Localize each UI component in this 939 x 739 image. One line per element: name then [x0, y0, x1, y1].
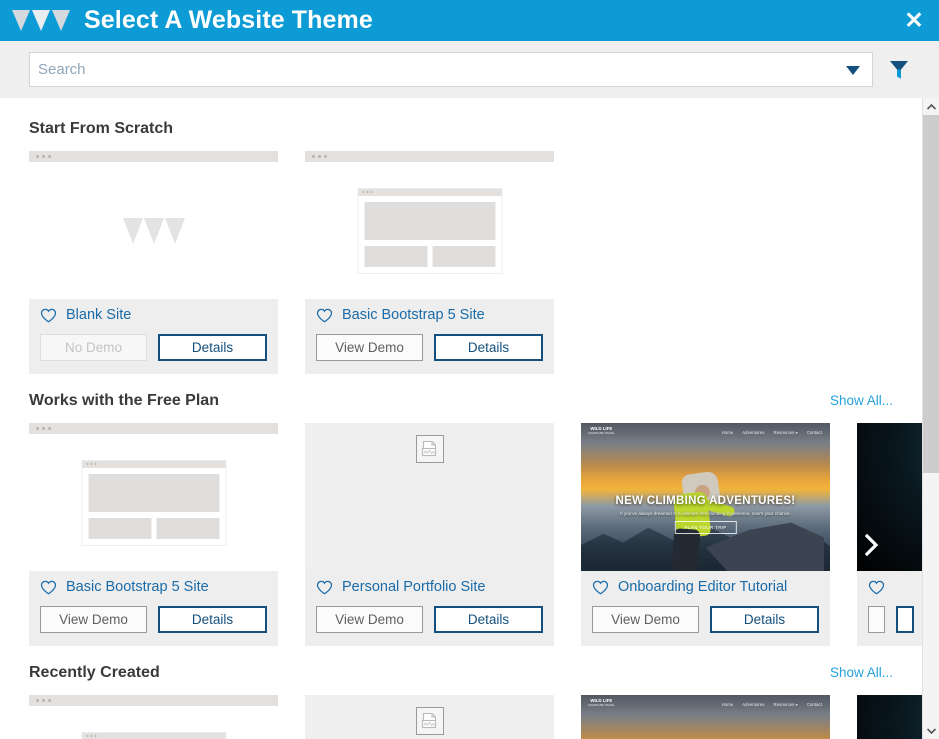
close-icon[interactable]: ✕ — [900, 6, 928, 34]
page-title: Select A Website Theme — [84, 5, 373, 34]
theme-card[interactable] — [29, 695, 278, 739]
theme-section: Start From Scratch Blank Site No Demo Detai… — [0, 120, 922, 374]
theme-gallery-scroll-region[interactable]: Start From Scratch Blank Site No Demo Detai… — [0, 98, 922, 739]
theme-card-meta: Basic Bootstrap 5 Site View Demo Details — [29, 571, 278, 646]
details-button[interactable]: Details — [158, 334, 267, 361]
heart-icon[interactable] — [40, 308, 57, 323]
scrollbar-thumb[interactable] — [923, 115, 939, 473]
climber-illustration — [665, 467, 737, 571]
chevron-logo-icon — [122, 217, 185, 244]
theme-card-title: Basic Bootstrap 5 Site — [342, 307, 485, 324]
thumbnail-brand: WILD LIFE ADVENTURE TRAVEL — [588, 698, 615, 707]
search-toolbar — [0, 41, 939, 98]
details-button[interactable]: Details — [710, 606, 819, 633]
thumbnail-subline: If you've always dreamed of a ultimate f… — [620, 511, 791, 516]
view-demo-button[interactable]: View Demo — [316, 606, 423, 633]
chevron-down-icon[interactable] — [846, 66, 860, 75]
theme-card[interactable]: WILD LIFEADVENTURE TRAVEL — [857, 695, 922, 739]
view-demo-button[interactable]: View Demo — [316, 334, 423, 361]
section-header: Start From Scratch — [0, 120, 922, 138]
section-title: Recently Created — [29, 664, 160, 681]
theme-thumbnail-dark[interactable]: WILD LIFEADVENTURE TRAVEL — [857, 695, 922, 739]
thumbnail-nav-item: Home — [721, 702, 734, 707]
search-field-wrapper[interactable] — [29, 52, 873, 87]
broken-image-icon — [415, 707, 444, 735]
theme-thumbnail-photo[interactable]: Home Adventures Resources ▾ Contact WILD LIF… — [581, 695, 830, 739]
thumbnail-nav-item: Resources ▾ — [773, 702, 798, 707]
heart-icon[interactable] — [40, 580, 57, 595]
theme-card-row: Blank Site No Demo Details Basic Bootstrap … — [0, 151, 922, 374]
theme-thumbnail-bootstrap[interactable] — [29, 423, 278, 571]
theme-card-meta: Basic Bootstrap 5 Site View Demo Details — [305, 299, 554, 374]
heart-icon[interactable] — [316, 580, 333, 595]
section-title: Start From Scratch — [29, 120, 174, 137]
details-button[interactable] — [895, 606, 914, 633]
theme-card-title: Blank Site — [66, 307, 132, 324]
thumbnail-nav: Home Adventures Resources ▾ Contact — [581, 695, 830, 714]
theme-card-meta — [857, 571, 922, 646]
show-all-link[interactable]: Show All... — [830, 665, 893, 680]
theme-card-meta: Blank Site No Demo Details — [29, 299, 278, 374]
theme-card[interactable] — [305, 695, 554, 739]
theme-card[interactable]: Basic Bootstrap 5 Site View Demo Details — [29, 423, 278, 646]
details-button[interactable]: Details — [434, 606, 543, 633]
theme-card[interactable]: Basic Bootstrap 5 Site View Demo Details — [305, 151, 554, 374]
theme-card-meta: Onboarding Editor Tutorial View Demo Detai… — [581, 571, 830, 646]
theme-thumbnail-bootstrap[interactable] — [29, 695, 278, 739]
view-demo-button[interactable] — [868, 606, 885, 633]
section-header: Works with the Free Plan Show All... — [0, 392, 922, 410]
theme-card-title: Basic Bootstrap 5 Site — [66, 579, 209, 596]
section-header: Recently Created Show All... — [0, 664, 922, 682]
mini-browser-mockup — [81, 459, 226, 546]
section-title: Works with the Free Plan — [29, 392, 219, 409]
theme-card[interactable]: Personal Portfolio Site View Demo Details — [305, 423, 554, 646]
view-demo-button[interactable]: View Demo — [592, 606, 699, 633]
chevron-logo-icon — [12, 10, 70, 31]
theme-thumbnail-blank[interactable] — [29, 151, 278, 299]
theme-card-title: Onboarding Editor Tutorial — [618, 579, 788, 596]
theme-card[interactable]: Blank Site No Demo Details — [29, 151, 278, 374]
thumbnail-nav-item: Contact — [806, 430, 822, 435]
mini-browser-mockup — [81, 731, 226, 739]
thumbnail-nav-item: Adventures — [742, 430, 765, 435]
view-demo-button: No Demo — [40, 334, 147, 361]
mini-browser-mockup — [357, 187, 502, 274]
theme-section: Works with the Free Plan Show All... Basic… — [0, 392, 922, 646]
thumbnail-cta-button: PLAN YOUR TRIP — [674, 521, 737, 534]
chevron-down-icon[interactable] — [923, 722, 939, 739]
window-titlebar: Select A Website Theme ✕ — [0, 0, 939, 41]
theme-card-meta: Personal Portfolio Site View Demo Details — [305, 571, 554, 646]
theme-thumbnail-photo[interactable]: Home Adventures Resources ▾ Contact WILD LIF… — [581, 423, 830, 571]
thumbnail-nav-item: Home — [721, 430, 734, 435]
theme-card-row: Basic Bootstrap 5 Site View Demo Details Pe… — [0, 423, 922, 646]
thumbnail-nav-item: Resources ▾ — [773, 430, 798, 435]
heart-icon[interactable] — [316, 308, 333, 323]
thumbnail-nav: Home Adventures Resources ▾ Contact — [581, 423, 830, 442]
thumbnail-nav-item: Adventures — [742, 702, 765, 707]
view-demo-button[interactable]: View Demo — [40, 606, 147, 633]
details-button[interactable]: Details — [434, 334, 543, 361]
funnel-filter-icon[interactable] — [889, 59, 909, 80]
thumbnail-headline: NEW CLIMBING ADVENTURES! — [615, 495, 796, 507]
theme-thumbnail-missing[interactable] — [305, 695, 554, 739]
details-button[interactable]: Details — [158, 606, 267, 633]
broken-image-icon — [415, 435, 444, 463]
chevron-up-icon[interactable] — [923, 98, 939, 115]
search-input[interactable] — [38, 54, 838, 85]
theme-thumbnail-bootstrap[interactable] — [305, 151, 554, 299]
theme-card-row: Home Adventures Resources ▾ Contact WILD LIF… — [0, 695, 922, 739]
vertical-scrollbar[interactable] — [922, 98, 939, 739]
theme-card[interactable]: Home Adventures Resources ▾ Contact WILD LIF… — [581, 423, 830, 646]
thumbnail-brand: WILD LIFE ADVENTURE TRAVEL — [588, 426, 615, 435]
chevron-right-icon[interactable] — [861, 531, 883, 559]
theme-card-title: Personal Portfolio Site — [342, 579, 486, 596]
heart-icon[interactable] — [592, 580, 609, 595]
thumbnail-nav-item: Contact — [806, 702, 822, 707]
theme-card[interactable]: Home Adventures Resources ▾ Contact WILD LIF… — [581, 695, 830, 739]
heart-icon[interactable] — [868, 580, 885, 595]
theme-section: Recently Created Show All... Home Adventure… — [0, 664, 922, 739]
show-all-link[interactable]: Show All... — [830, 393, 893, 408]
theme-thumbnail-missing[interactable] — [305, 423, 554, 571]
